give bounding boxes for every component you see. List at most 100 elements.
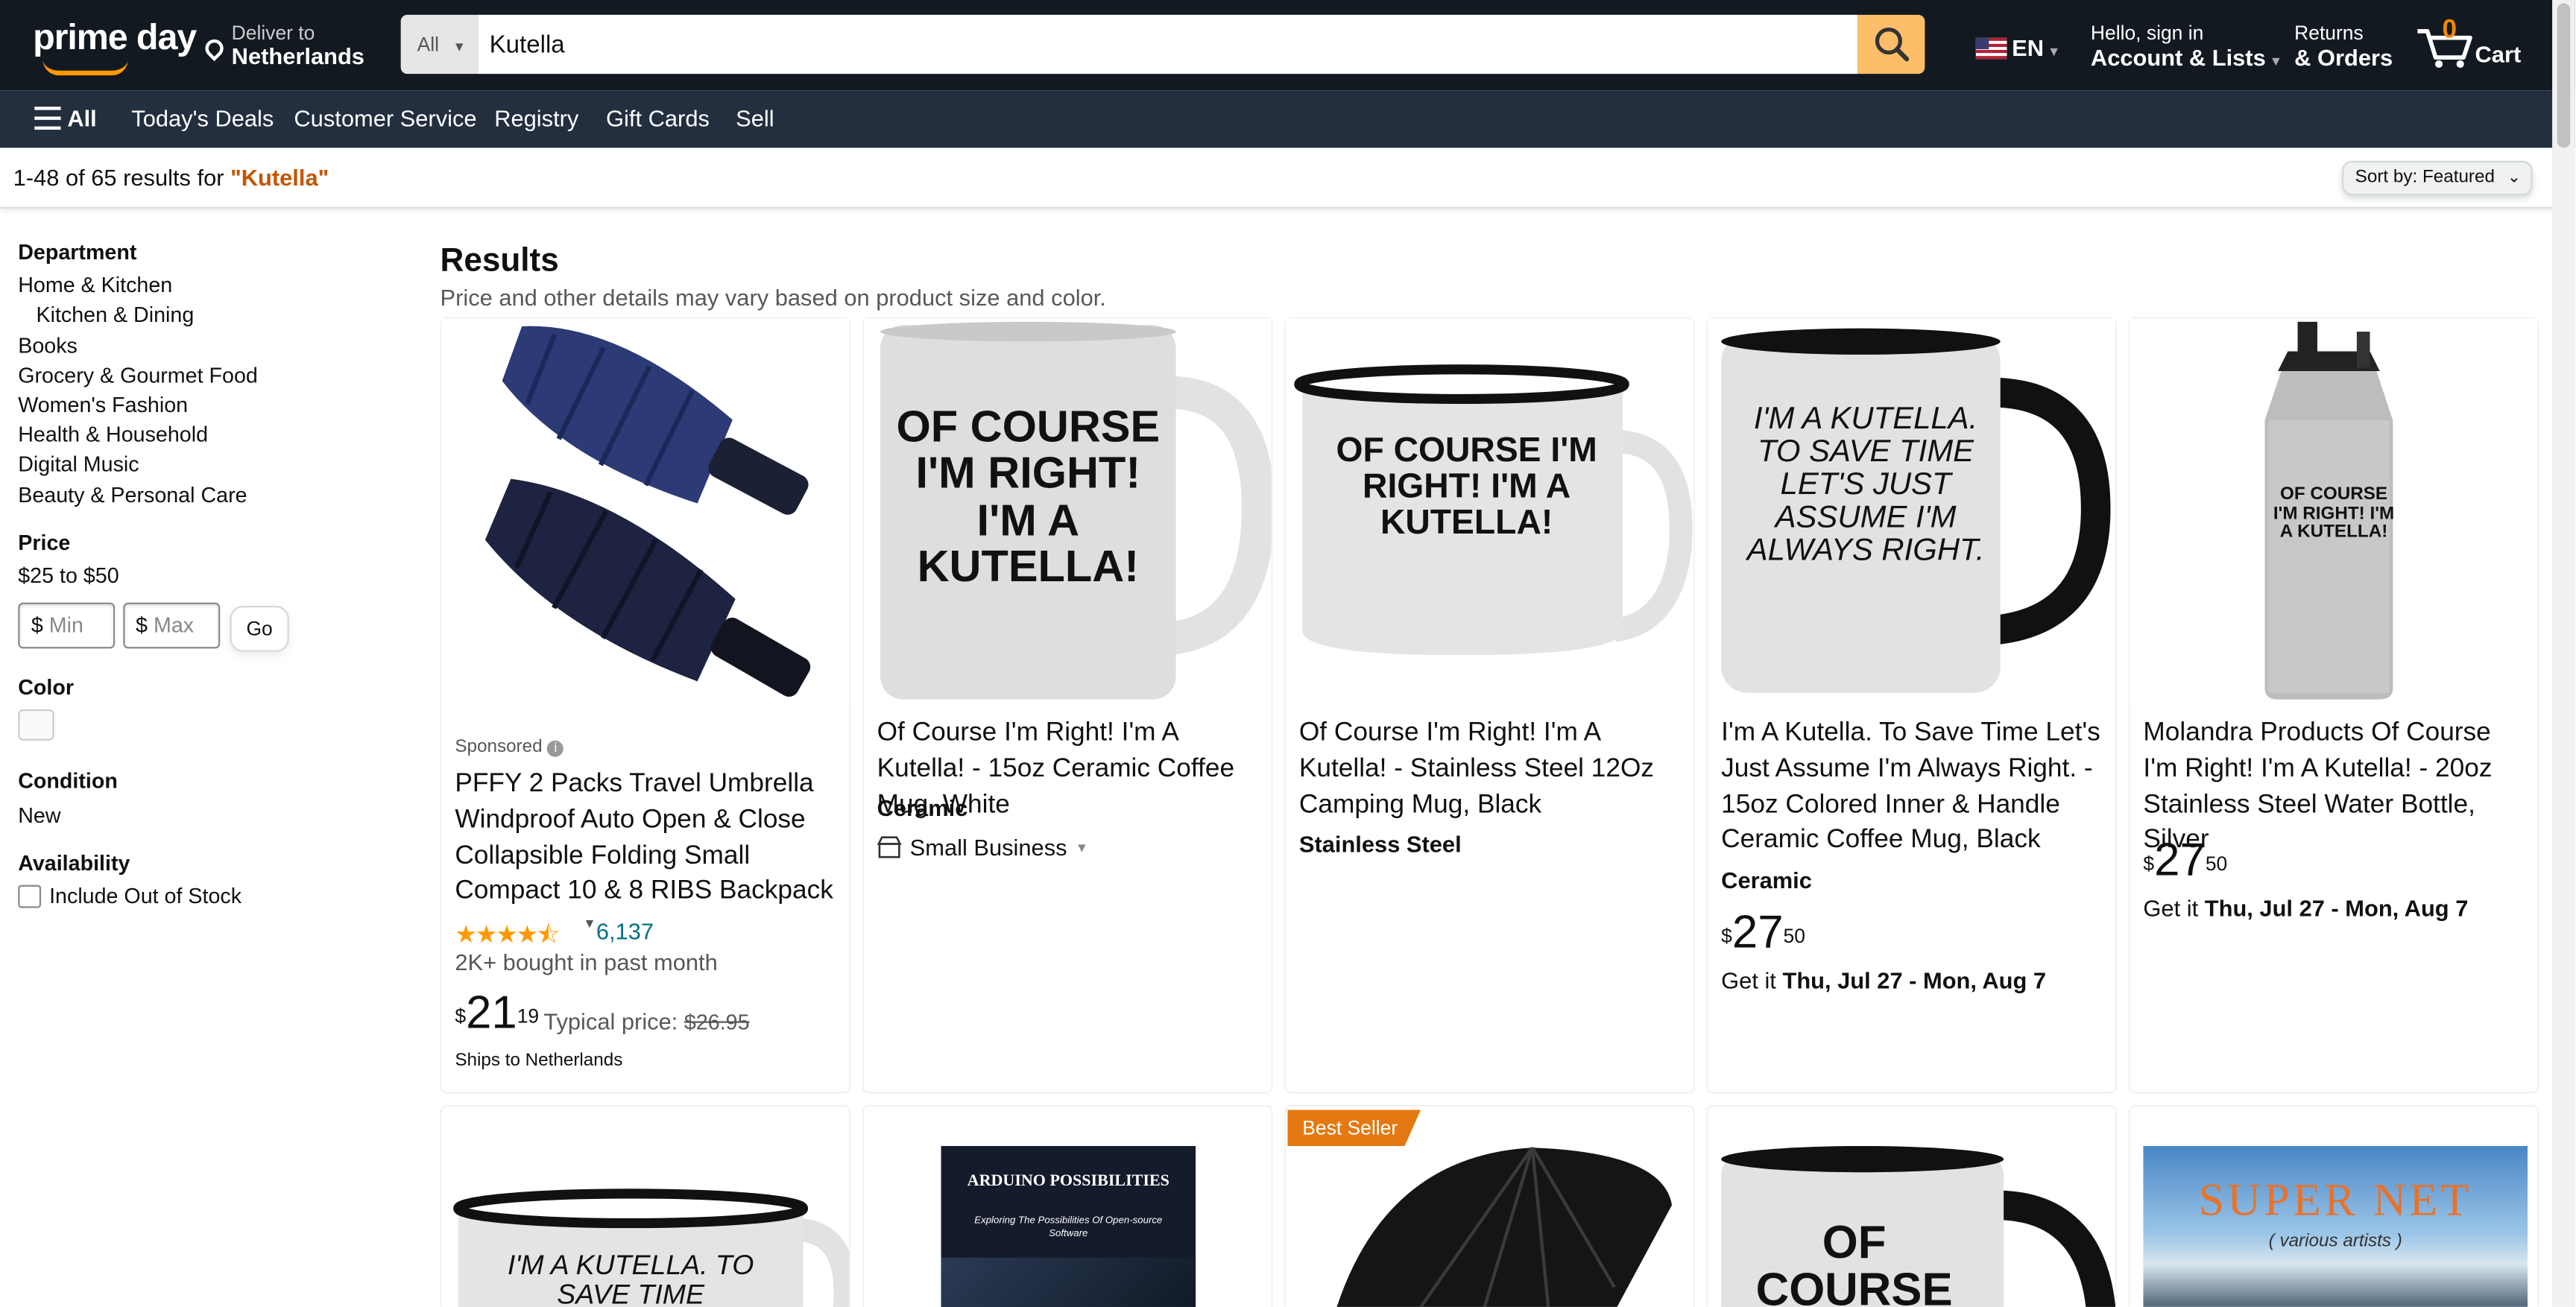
cart-button[interactable]: 0 Cart <box>2414 16 2522 75</box>
product-title[interactable]: I'm A Kutella. To Save Time Let's Just A… <box>1721 716 2109 859</box>
chevron-down-icon: ⌄ <box>2507 168 2522 188</box>
typical-price: Typical price: $26.95 <box>543 1007 750 1035</box>
book-title: ARDUINO POSSIBILITIES <box>967 1172 1169 1191</box>
language-label: EN <box>2012 34 2045 61</box>
product-card[interactable]: I'M A KUTELLA. TO SAVE TIME <box>440 1104 851 1307</box>
mug-print-text: OF COURSE I'M RIGHT! <box>1755 1216 1953 1307</box>
condition-heading: Condition <box>18 769 118 794</box>
caret-down-icon: ▼ <box>452 39 466 54</box>
sort-value: Featured <box>2422 167 2495 188</box>
sub-nav: All Today's Deals Customer Service Regis… <box>0 90 2575 148</box>
product-card[interactable]: I'M A KUTELLA. TO SAVE TIME LET'S JUST A… <box>1706 317 2118 1094</box>
nav-link-customer-service[interactable]: Customer Service <box>294 105 476 131</box>
price-heading: Price <box>18 530 71 555</box>
delivery-info: Get it Thu, Jul 27 - Mon, Aug 7 <box>1721 966 2047 994</box>
checkbox[interactable] <box>18 884 42 908</box>
book-cover-art <box>941 1257 1196 1307</box>
product-card[interactable]: Sponsored i PFFY 2 Packs Travel Umbrella… <box>440 317 851 1094</box>
chevron-down-icon[interactable]: ▼ <box>583 916 596 931</box>
department-link[interactable]: Digital Music <box>18 451 412 481</box>
product-image-book[interactable]: ARDUINO POSSIBILITIES Exploring The Poss… <box>941 1145 1196 1307</box>
price[interactable]: $2750 <box>2143 837 2227 884</box>
product-image-mug[interactable]: OF COURSE I'M RIGHT! I'M A KUTELLA! <box>863 318 1272 705</box>
scrollbar-thumb[interactable] <box>2557 3 2571 148</box>
small-business-badge[interactable]: Small Business ▼ <box>877 834 1088 861</box>
department-link[interactable]: Books <box>18 331 412 361</box>
logo-smile <box>42 59 128 76</box>
department-link[interactable]: Grocery & Gourmet Food <box>18 361 412 390</box>
cart-count: 0 <box>2442 16 2457 45</box>
max-price-input[interactable]: $ Max <box>122 603 220 649</box>
returns-orders[interactable]: Returns & Orders <box>2294 22 2393 71</box>
nav-link-registry[interactable]: Registry <box>494 105 578 131</box>
nav-link-todays-deals[interactable]: Today's Deals <box>131 105 274 131</box>
search-input[interactable] <box>478 14 1858 75</box>
product-card[interactable]: ARDUINO POSSIBILITIES Exploring The Poss… <box>862 1104 1273 1307</box>
price[interactable]: $2119 <box>455 990 539 1037</box>
availability-label: Include Out of Stock <box>49 883 242 908</box>
cart-label: Cart <box>2475 41 2522 68</box>
location-pin-icon <box>201 35 227 62</box>
product-card[interactable]: OF COURSE I'M RIGHT! I'M A KUTELLA! Of C… <box>1284 317 1695 1094</box>
rating-count-link[interactable]: 6,137 <box>596 918 654 944</box>
product-card[interactable]: OF COURSE I'M RIGHT! <box>1706 1104 2118 1307</box>
language-selector[interactable]: EN ▼ <box>2012 36 2060 63</box>
price-range-link[interactable]: $25 to $50 <box>18 562 412 592</box>
prime-day-logo[interactable]: prime day <box>33 19 197 55</box>
color-swatch-white[interactable] <box>18 709 54 741</box>
price[interactable]: $2750 <box>1721 909 1805 956</box>
department-heading: Department <box>18 239 137 265</box>
deliver-location: Netherlands <box>231 42 364 69</box>
price-inputs: $ Min $ Max <box>18 603 412 649</box>
results-query: "Kutella" <box>230 164 329 191</box>
mug-print-text: OF COURSE I'M RIGHT! I'M A KUTELLA! <box>896 402 1161 592</box>
product-card[interactable]: OF COURSE I'M RIGHT! I'M A KUTELLA! Mola… <box>2128 317 2539 1094</box>
department-link[interactable]: Kitchen & Dining <box>18 301 412 331</box>
nav-link-sell[interactable]: Sell <box>736 105 774 131</box>
product-image-umbrellas[interactable] <box>441 318 850 705</box>
filter-sidebar: Department Home & Kitchen Kitchen & Dini… <box>18 238 412 911</box>
min-price-input[interactable]: $ Min <box>18 603 116 649</box>
deliver-label: Deliver to <box>231 21 315 45</box>
include-out-of-stock-option[interactable]: Include Out of Stock <box>18 882 412 911</box>
department-link[interactable]: Beauty & Personal Care <box>18 481 412 510</box>
department-link[interactable]: Women's Fashion <box>18 390 412 420</box>
product-image-umbrella[interactable] <box>1286 1107 1693 1307</box>
page-scrollbar[interactable] <box>2552 0 2575 1307</box>
sponsored-label[interactable]: Sponsored i <box>455 737 564 757</box>
product-title[interactable]: Of Course I'm Right! I'm A Kutella! - St… <box>1299 716 1687 823</box>
sort-dropdown[interactable]: Sort by: Featured ⌄ <box>2342 160 2533 196</box>
account-lists[interactable]: Hello, sign in Account & Lists ▼ <box>2090 22 2282 76</box>
department-link[interactable]: Home & Kitchen <box>18 271 412 301</box>
product-card[interactable]: OF COURSE I'M RIGHT! I'M A KUTELLA! Of C… <box>862 317 1273 1094</box>
album-subtitle: ( various artists ) <box>2268 1231 2402 1251</box>
hamburger-icon[interactable] <box>34 107 61 130</box>
book-subtitle: Exploring The Possibilities Of Open-sour… <box>974 1216 1163 1240</box>
condition-new-link[interactable]: New <box>18 800 412 830</box>
product-image-album[interactable]: SUPER NET ( various artists ) <box>2143 1145 2528 1307</box>
product-title[interactable]: PFFY 2 Packs Travel Umbrella Windproof A… <box>455 767 842 911</box>
account-label: Account & Lists <box>2090 44 2266 71</box>
product-material: Ceramic <box>1721 867 1812 893</box>
results-heading: Results <box>440 243 559 279</box>
search-button[interactable] <box>1857 14 1925 75</box>
nav-link-gift-cards[interactable]: Gift Cards <box>606 105 710 131</box>
deliver-to[interactable]: Deliver to Netherlands <box>232 22 364 68</box>
product-card[interactable]: SUPER NET ( various artists ) <box>2128 1104 2539 1307</box>
search-category-label: All <box>417 33 440 56</box>
product-image-black-mug[interactable]: I'M A KUTELLA. TO SAVE TIME LET'S JUST A… <box>1708 318 2115 705</box>
product-image-camping-mug[interactable]: OF COURSE I'M RIGHT! I'M A KUTELLA! <box>1286 318 1693 705</box>
search-icon <box>1874 28 1909 62</box>
product-card[interactable]: Best Seller <box>1284 1104 1695 1307</box>
info-icon[interactable]: i <box>547 740 564 757</box>
search-category-select[interactable]: All ▼ <box>400 14 479 75</box>
all-menu-button[interactable]: All <box>67 105 96 131</box>
product-image-water-bottle[interactable]: OF COURSE I'M RIGHT! I'M A KUTELLA! <box>2130 318 2538 705</box>
ships-to: Ships to Netherlands <box>455 1051 623 1071</box>
department-link[interactable]: Health & Household <box>18 421 412 451</box>
price-go-button[interactable]: Go <box>230 606 289 652</box>
sort-label: Sort by: <box>2355 167 2418 188</box>
store-icon <box>877 836 902 858</box>
availability-heading: Availability <box>18 850 130 876</box>
product-material: Stainless Steel <box>1298 830 1462 858</box>
